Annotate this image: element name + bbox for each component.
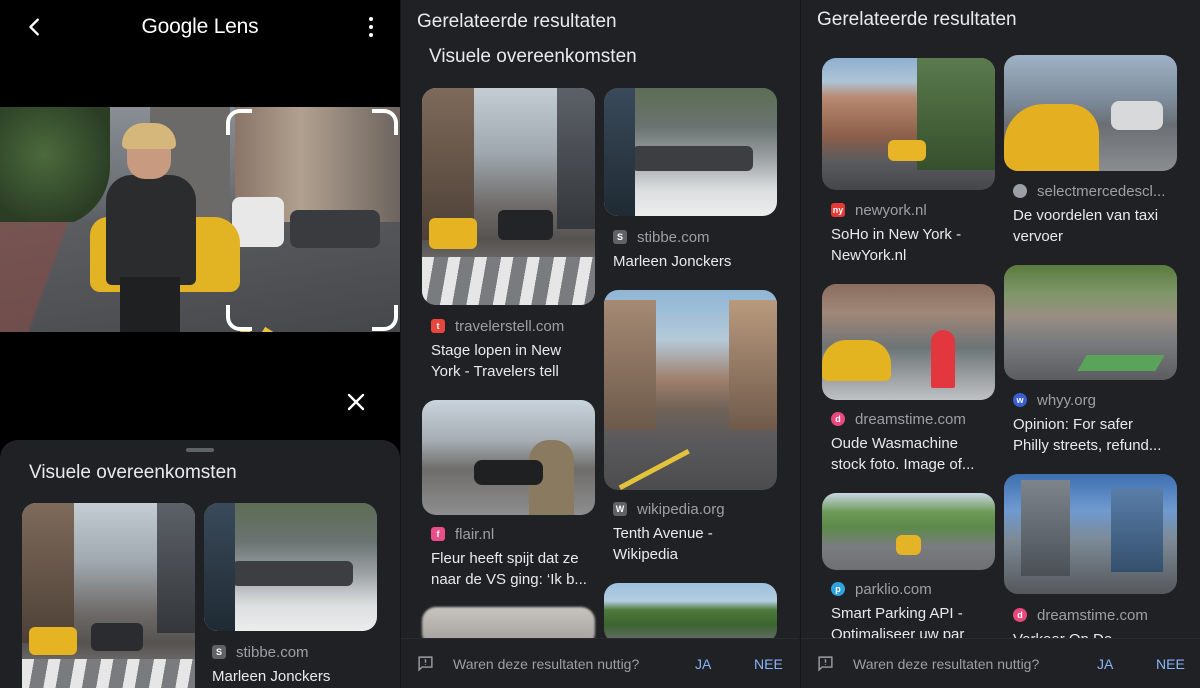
favicon-icon: d: [831, 412, 845, 426]
feedback-bar: Waren deze resultaten nuttig? JA NEE: [401, 638, 798, 688]
result-title[interactable]: Tenth Avenue - Wikipedia: [613, 523, 783, 565]
favicon-icon: d: [1013, 608, 1027, 622]
result-thumbnail[interactable]: [422, 400, 595, 515]
related-results-panel: Gerelateerde resultaten Visuele overeenk…: [400, 0, 798, 688]
result-title[interactable]: Oude Wasmachine stock foto. Image of...: [831, 433, 1001, 475]
favicon-icon: f: [431, 527, 445, 541]
feedback-bar: Waren deze resultaten nuttig? JA NEE: [801, 638, 1200, 688]
result-source[interactable]: d dreamstime.com: [831, 409, 966, 429]
result-title[interactable]: Smart Parking API - Optimaliseer uw par: [831, 603, 1001, 639]
result-title[interactable]: Fleur heeft spijt dat ze naar de VS ging…: [431, 548, 601, 590]
sheet-drag-handle[interactable]: [186, 448, 214, 452]
result-thumbnail[interactable]: [822, 284, 995, 400]
feedback-icon: [418, 656, 433, 672]
result-source[interactable]: f flair.nl: [431, 524, 494, 544]
more-options-button[interactable]: [364, 14, 378, 40]
favicon-icon: p: [831, 582, 845, 596]
result-source[interactable]: selectmercedescl...: [1013, 181, 1165, 201]
result-title[interactable]: Stage lopen in New York - Travelers tell: [431, 340, 601, 382]
favicon-icon: ny: [831, 203, 845, 217]
result-source[interactable]: p parklio.com: [831, 579, 932, 599]
result-source-label: stibbe.com: [236, 643, 309, 661]
result-source-label: selectmercedescl...: [1037, 182, 1166, 200]
result-source[interactable]: S stibbe.com: [212, 642, 309, 662]
result-title[interactable]: Marleen Jonckers: [613, 251, 783, 272]
favicon-icon: t: [431, 319, 445, 333]
feedback-yes-button[interactable]: JA: [1097, 656, 1113, 672]
close-icon: [347, 393, 365, 411]
feedback-icon: [818, 656, 833, 672]
sheet-title: Visuele overeenkomsten: [29, 462, 237, 483]
result-source[interactable]: W wikipedia.org: [613, 499, 725, 519]
result-title[interactable]: De voordelen van taxi vervoer: [1013, 205, 1188, 247]
result-thumbnail[interactable]: [604, 88, 777, 216]
app-title: Google Lens: [141, 15, 259, 38]
result-thumbnail[interactable]: [604, 583, 777, 643]
result-thumbnail[interactable]: [822, 493, 995, 570]
result-source-label: travelerstell.com: [455, 317, 565, 335]
lens-camera-panel: Google Lens Visuele overeenkomsten S sti…: [0, 0, 400, 688]
more-vert-icon: [369, 17, 373, 21]
result-thumbnail[interactable]: [204, 503, 377, 631]
related-results-panel-scrolled: Gerelateerde resultaten ny newyork.nl So…: [800, 0, 1200, 688]
panel-header: Gerelateerde resultaten: [417, 11, 617, 32]
result-source-label: newyork.nl: [855, 201, 927, 219]
result-title[interactable]: Opinion: For safer Philly streets, refun…: [1013, 414, 1188, 456]
feedback-yes-button[interactable]: JA: [695, 656, 711, 672]
favicon-icon: [1013, 184, 1027, 198]
result-source[interactable]: w whyy.org: [1013, 390, 1096, 410]
result-thumbnail[interactable]: [1004, 265, 1177, 380]
favicon-icon: W: [613, 502, 627, 516]
result-source-label: stibbe.com: [637, 228, 710, 246]
feedback-question: Waren deze resultaten nuttig?: [453, 656, 640, 672]
result-thumbnail[interactable]: [1004, 55, 1177, 171]
result-thumbnail[interactable]: [1004, 474, 1177, 594]
result-source-label: wikipedia.org: [637, 500, 725, 518]
lens-top-bar: Google Lens: [0, 0, 400, 56]
result-source[interactable]: d dreamstime.com: [1013, 605, 1148, 625]
result-source[interactable]: ny newyork.nl: [831, 200, 927, 220]
favicon-icon: S: [613, 230, 627, 244]
result-thumbnail[interactable]: [22, 503, 195, 688]
result-thumbnail[interactable]: [822, 58, 995, 190]
section-title: Visuele overeenkomsten: [429, 46, 637, 67]
result-source-label: dreamstime.com: [855, 410, 966, 428]
result-title[interactable]: SoHo in New York - NewYork.nl: [831, 224, 1001, 266]
results-bottom-sheet: Visuele overeenkomsten S stibbe.com Marl…: [0, 440, 400, 688]
result-source-label: whyy.org: [1037, 391, 1096, 409]
favicon-icon: w: [1013, 393, 1027, 407]
feedback-question: Waren deze resultaten nuttig?: [853, 656, 1040, 672]
favicon-icon: S: [212, 645, 226, 659]
feedback-no-button[interactable]: NEE: [754, 656, 783, 672]
result-source-label: dreamstime.com: [1037, 606, 1148, 624]
result-title[interactable]: Marleen Jonckers: [212, 666, 392, 687]
panel-header: Gerelateerde resultaten: [817, 9, 1017, 30]
close-button[interactable]: [344, 390, 368, 414]
result-source[interactable]: t travelerstell.com: [431, 316, 564, 336]
feedback-no-button[interactable]: NEE: [1156, 656, 1185, 672]
result-thumbnail[interactable]: [422, 88, 595, 305]
result-thumbnail[interactable]: [604, 290, 777, 490]
result-source[interactable]: S stibbe.com: [613, 227, 710, 247]
crop-selection-frame[interactable]: [226, 109, 398, 331]
result-source-label: parklio.com: [855, 580, 932, 598]
result-source-label: flair.nl: [455, 525, 495, 543]
